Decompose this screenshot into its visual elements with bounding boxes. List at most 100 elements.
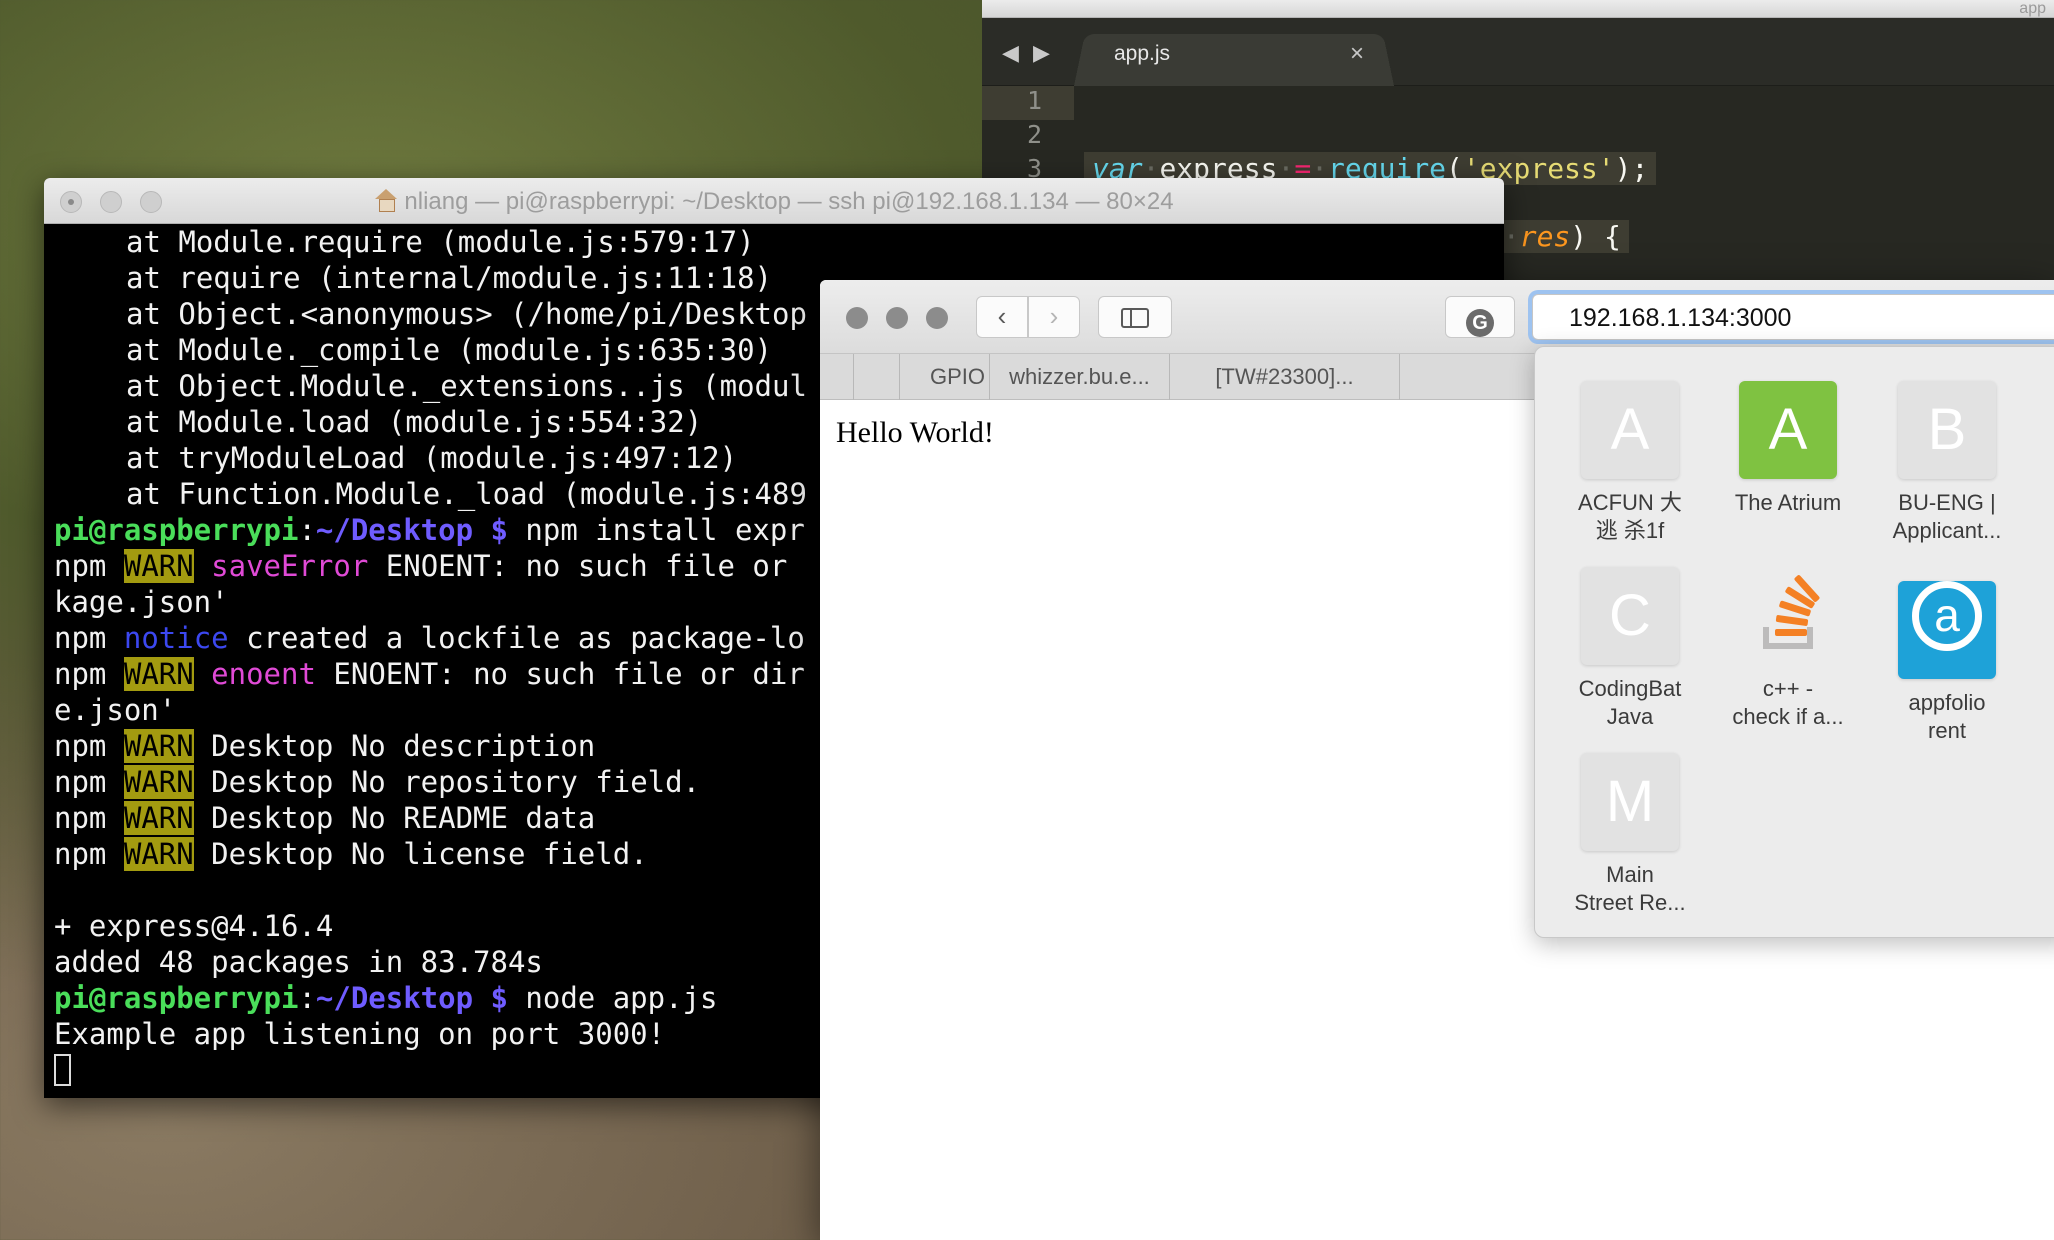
- terminal-line: + express@4.16.4: [54, 909, 334, 943]
- error-tag: saveError: [211, 549, 369, 583]
- minimize-window-button[interactable]: [886, 307, 908, 329]
- warn-badge: WARN: [123, 657, 194, 691]
- favorite-main-street[interactable]: M Main Street Re...: [1555, 753, 1705, 917]
- favorite-tile: C: [1581, 567, 1679, 665]
- terminal-line: at Module.require (module.js:579:17): [126, 225, 755, 259]
- prompt-sep: :: [298, 981, 316, 1015]
- back-button[interactable]: ‹: [976, 296, 1028, 338]
- npm-label: npm: [54, 729, 107, 763]
- favorite-label: ACFUN 大逃 杀1f: [1578, 490, 1682, 543]
- favorite-codingbat[interactable]: C CodingBat Java: [1555, 567, 1705, 731]
- npm-label: npm: [54, 549, 107, 583]
- terminal-line: e.json': [54, 693, 177, 727]
- error-message: ENOENT: no such file or: [368, 549, 788, 583]
- sidebar-toggle-button[interactable]: [1098, 296, 1172, 338]
- favorite-tile: A: [1581, 381, 1679, 479]
- code-brace: ) {: [1570, 220, 1621, 253]
- favorite-label: appfolio rent: [1908, 690, 1986, 743]
- favorite-tile: M: [1581, 753, 1679, 851]
- terminal-title: nliang — pi@raspberrypi: ~/Desktop — ssh…: [44, 188, 1504, 216]
- terminal-line: npm WARN enoent ENOENT: no such file or …: [54, 656, 805, 692]
- favorite-bu-eng[interactable]: B BU-ENG | Applicant...: [1872, 381, 2022, 545]
- favorite-tile: A: [1739, 381, 1837, 479]
- favorite-label: c++ - check if a...: [1732, 676, 1844, 729]
- terminal-cursor-line[interactable]: [54, 1052, 71, 1088]
- chevron-right-icon: ›: [1049, 301, 1059, 331]
- terminal-cursor: [54, 1054, 71, 1086]
- terminal-line: npm WARN Desktop No description: [54, 728, 595, 764]
- terminal-line: added 48 packages in 83.784s: [54, 945, 543, 979]
- sidebar-icon: [1121, 308, 1149, 328]
- page-text: Hello World!: [836, 416, 994, 449]
- terminal-line: npm WARN saveError ENOENT: no such file …: [54, 548, 787, 584]
- bookmark-slot[interactable]: [820, 354, 854, 400]
- terminal-title-text: nliang — pi@raspberrypi: ~/Desktop — ssh…: [404, 188, 1174, 215]
- favorite-label: BU-ENG | Applicant...: [1892, 490, 2002, 543]
- error-message: ENOENT: no such file or dir: [315, 657, 805, 691]
- extension-button[interactable]: G: [1445, 296, 1515, 338]
- terminal-line: npm WARN Desktop No repository field.: [54, 764, 700, 800]
- line-number: 1: [1026, 86, 1042, 115]
- favorite-label: CodingBat Java: [1578, 676, 1682, 729]
- warn-message: Desktop No license field.: [193, 837, 648, 871]
- npm-label: npm: [54, 801, 107, 835]
- terminal-command: npm install expr: [507, 513, 805, 547]
- terminal-prompt-line: pi@raspberrypi:~/Desktop $ npm install e…: [54, 512, 805, 548]
- npm-label: npm: [54, 765, 107, 799]
- address-bar-url: 192.168.1.134:3000: [1569, 304, 1792, 332]
- code-paren-close: );: [1614, 152, 1649, 185]
- zoom-window-button[interactable]: [926, 307, 948, 329]
- favorite-the-atrium[interactable]: A The Atrium: [1713, 381, 1863, 517]
- favorite-stackoverflow[interactable]: c++ - check if a...: [1713, 567, 1863, 731]
- npm-label: npm: [54, 621, 107, 655]
- prompt-user: pi@raspberrypi: [54, 513, 299, 547]
- prompt-sep: :: [298, 513, 316, 547]
- terminal-titlebar[interactable]: nliang — pi@raspberrypi: ~/Desktop — ssh…: [44, 178, 1504, 224]
- warn-message: Desktop No description: [193, 729, 596, 763]
- grammarly-icon: G: [1466, 309, 1494, 337]
- bookmark-slot[interactable]: [854, 354, 900, 400]
- favorite-appfolio[interactable]: a appfolio rent: [1872, 567, 2022, 745]
- terminal-line: Example app listening on port 3000!: [54, 1017, 666, 1051]
- editor-nav-arrows-icon[interactable]: ◀ ▶: [1002, 40, 1054, 66]
- favorite-label: The Atrium: [1734, 490, 1842, 515]
- favorite-tile: B: [1898, 381, 1996, 479]
- notice-message: created a lockfile as package-lo: [228, 621, 805, 655]
- terminal-line: npm WARN Desktop No license field.: [54, 836, 648, 872]
- terminal-line: at Function.Module._load (module.js:489: [126, 477, 807, 511]
- terminal-line: npm WARN Desktop No README data: [54, 800, 595, 836]
- terminal-line: at Module._compile (module.js:635:30): [126, 333, 773, 367]
- warn-message: Desktop No repository field.: [193, 765, 701, 799]
- warn-message: Desktop No README data: [193, 801, 596, 835]
- bookmark-item[interactable]: [TW#23300]...: [1170, 354, 1400, 400]
- terminal-prompt-line: pi@raspberrypi:~/Desktop $ node app.js: [54, 980, 717, 1016]
- address-bar[interactable]: 192.168.1.134:3000: [1532, 294, 2054, 340]
- npm-label: npm: [54, 837, 107, 871]
- favorite-acfun[interactable]: A ACFUN 大逃 杀1f: [1555, 381, 1705, 545]
- terminal-line: kage.json': [54, 585, 229, 619]
- warn-badge: WARN: [123, 801, 194, 835]
- bookmark-item[interactable]: GPIO: [900, 354, 990, 400]
- bookmark-item[interactable]: whizzer.bu.e...: [990, 354, 1170, 400]
- prompt-path: ~/Desktop $: [315, 981, 508, 1015]
- close-window-button[interactable]: [846, 307, 868, 329]
- editor-titlebar: app: [982, 0, 2054, 18]
- terminal-line: at tryModuleLoad (module.js:497:12): [126, 441, 738, 475]
- favorite-label: Main Street Re...: [1574, 862, 1686, 915]
- stackoverflow-icon: [1739, 567, 1837, 665]
- editor-tab-label[interactable]: app.js: [1114, 42, 1170, 66]
- warn-badge: WARN: [123, 729, 194, 763]
- line-number: 2: [1026, 120, 1042, 149]
- terminal-line: npm notice created a lockfile as package…: [54, 620, 805, 656]
- warn-badge: WARN: [123, 549, 194, 583]
- terminal-line: at Object.<anonymous> (/home/pi/Desktop: [126, 297, 807, 331]
- home-icon: [374, 189, 398, 212]
- prompt-path: ~/Desktop $: [315, 513, 508, 547]
- favorites-popover: A ACFUN 大逃 杀1f A The Atrium B BU-ENG | Ap…: [1534, 346, 2054, 938]
- terminal-command: node app.js: [507, 981, 718, 1015]
- terminal-line: at require (internal/module.js:11:18): [126, 261, 773, 295]
- forward-button[interactable]: ›: [1028, 296, 1080, 338]
- close-icon[interactable]: ×: [1350, 40, 1364, 68]
- editor-window-title: app: [2019, 0, 2046, 17]
- appfolio-icon: a: [1898, 581, 1996, 679]
